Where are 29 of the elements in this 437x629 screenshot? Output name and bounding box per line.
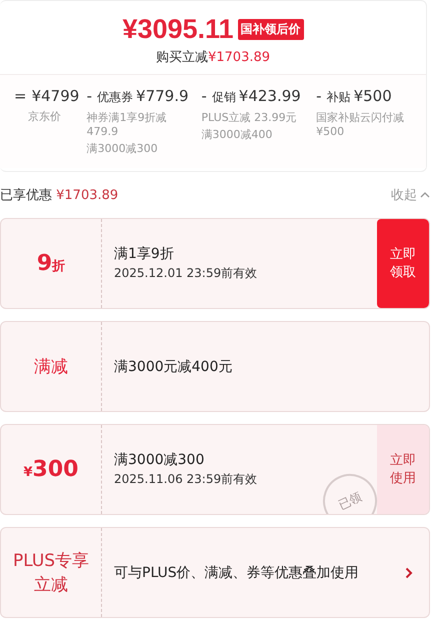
breakdown-amount: - 补贴 ¥500 — [316, 87, 393, 106]
coupon-validity: 2025.11.06 23:59前有效 — [114, 471, 258, 488]
breakdown-amount: - 促销 ¥423.99 — [201, 87, 302, 106]
breakdown-amount: - 优惠券 ¥779.9 — [86, 87, 190, 106]
price-tag: 国补领后价 — [238, 18, 304, 40]
breakdown-amount: = ¥4799 — [14, 87, 80, 105]
collapse-link[interactable]: 收起 — [391, 186, 430, 204]
coupon-value: 9折 — [36, 251, 66, 276]
breakdown-note: 满3000减400 — [201, 128, 274, 142]
breakdown-note: 神券满1享9折减479.9 — [86, 111, 168, 139]
caret-icon[interactable] — [420, 192, 430, 198]
coupon-title: 可与PLUS价、满减、券等优惠叠加使用 — [114, 564, 360, 582]
chevron-icon[interactable] — [405, 566, 413, 578]
final-price: ¥3095.11 — [122, 15, 234, 43]
coupon-value: ¥300 — [24, 457, 78, 482]
coupon-value: PLUS专享立减 — [12, 550, 90, 596]
breakdown-note: 国家补贴云闪付减¥500 — [316, 111, 406, 139]
breakdown-note: 满3000减300 — [86, 142, 159, 156]
saving-text: 购买立减¥1703.89 — [154, 49, 272, 66]
breakdown-note: PLUS立减 23.99元 — [201, 111, 298, 125]
breakdown-note: 京东价 — [27, 110, 62, 124]
discount-summary: 已享优惠 ¥1703.89 — [0, 187, 118, 204]
coupon-title: 满3000减300 — [114, 451, 206, 469]
claim-button[interactable]: 立即领取 — [377, 219, 429, 308]
coupon-title: 满1享9折 — [114, 245, 175, 263]
coupon-title: 满3000元减400元 — [114, 358, 234, 376]
coupon-value: 满减 — [34, 356, 68, 378]
coupon-validity: 2025.12.01 23:59前有效 — [114, 265, 258, 282]
use-button[interactable]: 立即使用 — [377, 425, 429, 514]
